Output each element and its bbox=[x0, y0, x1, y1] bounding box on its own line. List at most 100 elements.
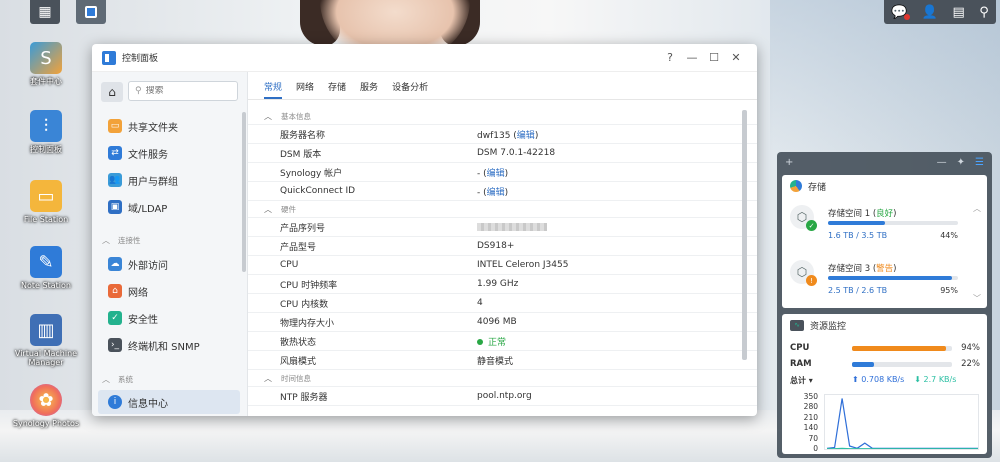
section-hardware[interactable]: ︿ 硬件 bbox=[248, 201, 757, 218]
sidebar-item-terminal-snmp[interactable]: ›_ 终端机和 SNMP bbox=[98, 333, 240, 357]
section-time[interactable]: ︿ 时间信息 bbox=[248, 370, 757, 387]
info-label: CPU bbox=[280, 260, 299, 270]
pin-icon[interactable]: ✦ bbox=[957, 157, 965, 168]
check-icon: ✓ bbox=[806, 220, 817, 231]
sidebar-item-domain-ldap[interactable]: ▣ 域/LDAP bbox=[98, 195, 240, 219]
volume-used: 1.6 TB / 3.5 TB bbox=[828, 231, 888, 240]
close-button[interactable]: ✕ bbox=[725, 51, 747, 64]
widgets-icon[interactable]: ▤ bbox=[952, 5, 964, 20]
edit-synology-account-link[interactable]: 编辑 bbox=[487, 169, 505, 179]
search-box[interactable]: ⚲ bbox=[128, 81, 238, 101]
minimize-icon[interactable]: — bbox=[937, 157, 947, 168]
desktop-icon-label: Note Station bbox=[21, 281, 71, 290]
add-widget-icon[interactable]: + bbox=[785, 157, 793, 168]
ram-label: RAM bbox=[790, 359, 812, 369]
volume-1[interactable]: ⬡ ✓ 存储空间 1 (良好) 1.6 TB / 3.5 TB 44% bbox=[790, 205, 975, 245]
network-icon: ⌂ bbox=[108, 284, 122, 298]
chevron-up-icon: ︿ bbox=[264, 373, 272, 383]
settings-icon[interactable]: ☰ bbox=[975, 157, 984, 168]
info-value: 4 bbox=[477, 298, 483, 308]
info-value: dwf135 (编辑) bbox=[477, 130, 539, 141]
storage-widget-header: 存储 bbox=[782, 175, 987, 197]
edit-server-name-link[interactable]: 编辑 bbox=[517, 131, 535, 141]
info-value: DSM 7.0.1-42218 bbox=[477, 148, 556, 158]
tab-network[interactable]: 网络 bbox=[296, 80, 314, 99]
sidebar-item-security[interactable]: ✓ 安全性 bbox=[98, 306, 240, 330]
resource-monitor-widget: ∿ 资源监控 CPU 94% RAM 22% 总计 ▾ ⬆ 0.708 KB/s… bbox=[782, 314, 987, 454]
resource-widget-header: ∿ 资源监控 bbox=[782, 314, 987, 336]
total-dropdown[interactable]: 总计 ▾ bbox=[790, 375, 852, 386]
sidebar-group-connectivity[interactable]: ︿ 连接性 bbox=[102, 235, 141, 246]
desktop-icon-note-station[interactable]: ✎ Note Station bbox=[8, 246, 84, 290]
desktop-icon-label: 套件中心 bbox=[30, 77, 62, 86]
notification-icon[interactable]: 💬 bbox=[891, 5, 911, 20]
sidebar-group-label: 连接性 bbox=[118, 236, 141, 245]
main-scrollbar[interactable] bbox=[742, 110, 747, 360]
info-value: 正常 bbox=[477, 335, 757, 348]
shared-folder-icon: ▭ bbox=[108, 119, 122, 133]
sidebar-item-network[interactable]: ⌂ 网络 bbox=[98, 279, 240, 303]
chart-series-line-0 bbox=[826, 398, 978, 449]
sidebar-group-system[interactable]: ︿ 系统 bbox=[102, 374, 133, 385]
info-label: Synology 帐户 bbox=[280, 168, 343, 179]
section-label: 基本信息 bbox=[281, 111, 311, 121]
info-label: 产品序列号 bbox=[280, 223, 326, 234]
edit-quickconnect-link[interactable]: 编辑 bbox=[487, 188, 505, 198]
section-label: 时间信息 bbox=[281, 373, 311, 383]
chevron-down-icon[interactable]: ﹀ bbox=[973, 293, 981, 304]
info-value bbox=[477, 222, 757, 232]
volume-usage-bar bbox=[828, 221, 958, 225]
info-value: 静音模式 bbox=[477, 356, 514, 367]
volume-3[interactable]: ⬡ ! 存储空间 3 (警告) 2.5 TB / 2.6 TB 95% bbox=[790, 260, 975, 300]
main-menu-button[interactable]: ▦ bbox=[30, 0, 60, 24]
sidebar-item-shared-folder[interactable]: ▭ 共享文件夹 bbox=[98, 114, 240, 138]
terminal-snmp-icon: ›_ bbox=[108, 338, 122, 352]
sidebar-scrollbar[interactable] bbox=[242, 112, 246, 272]
home-button[interactable]: ⌂ bbox=[101, 82, 123, 102]
user-group-icon: 👥 bbox=[108, 173, 122, 187]
volume-name-text: 存储空间 1 bbox=[828, 209, 871, 219]
chevron-up-icon[interactable]: ︿ bbox=[973, 203, 981, 214]
volume-name: 存储空间 1 (良好) bbox=[828, 209, 897, 219]
ram-usage-row: RAM 22% bbox=[790, 359, 980, 371]
maximize-button[interactable]: ☐ bbox=[703, 51, 725, 64]
section-label: 硬件 bbox=[281, 204, 296, 214]
sidebar-item-info-center[interactable]: i 信息中心 bbox=[98, 390, 240, 414]
tab-device-analytics[interactable]: 设备分析 bbox=[392, 80, 428, 99]
desktop-icon-package-center[interactable]: S 套件中心 bbox=[8, 42, 84, 86]
sidebar-item-user-group[interactable]: 👥 用户与群组 bbox=[98, 168, 240, 192]
desktop-icon-synology-photos[interactable]: ✿ Synology Photos bbox=[8, 384, 84, 428]
minimize-button[interactable]: — bbox=[681, 51, 703, 64]
search-icon[interactable]: ⚲ bbox=[979, 5, 989, 20]
control-panel-window: 控制面板 ? — ☐ ✕ ⌂ ⚲ ▭ 共享文件夹 ⇄ 文件服务 👥 用户与群组 … bbox=[92, 44, 757, 416]
sidebar-item-external-access[interactable]: ☁ 外部访问 bbox=[98, 252, 240, 276]
user-icon[interactable]: 👤 bbox=[922, 5, 938, 20]
info-row-server-name: 服务器名称 dwf135 (编辑) bbox=[248, 125, 757, 144]
window-titlebar[interactable]: 控制面板 ? — ☐ ✕ bbox=[92, 44, 757, 72]
desktop-icon-control-panel[interactable]: ⫶ 控制面板 bbox=[8, 110, 84, 154]
section-basic-info[interactable]: ︿ 基本信息 bbox=[248, 108, 757, 125]
info-row-serial: 产品序列号 bbox=[248, 218, 757, 237]
sidebar-item-file-services[interactable]: ⇄ 文件服务 bbox=[98, 141, 240, 165]
desktop-icon-virtual-machine-manager[interactable]: ▥ Virtual Machine Manager bbox=[8, 314, 84, 367]
sidebar-item-label: 共享文件夹 bbox=[128, 122, 178, 134]
download-icon: ⬇ bbox=[914, 375, 921, 384]
taskbar-control-panel-button[interactable] bbox=[76, 0, 106, 24]
info-row-dsm-version: DSM 版本 DSM 7.0.1-42218 bbox=[248, 144, 757, 163]
search-input[interactable] bbox=[145, 86, 226, 96]
window-title: 控制面板 bbox=[122, 54, 159, 64]
y-tick-label: 350 bbox=[803, 392, 818, 401]
sidebar-group-label: 系统 bbox=[118, 375, 133, 384]
info-label: NTP 服务器 bbox=[280, 392, 328, 403]
tab-services[interactable]: 服务 bbox=[360, 80, 378, 99]
help-button[interactable]: ? bbox=[659, 51, 681, 64]
chevron-up-icon: ︿ bbox=[264, 204, 272, 214]
cpu-usage-row: CPU 94% bbox=[790, 343, 980, 355]
desktop-icon-file-station[interactable]: ▭ File Station bbox=[8, 180, 84, 224]
tab-storage[interactable]: 存储 bbox=[328, 80, 346, 99]
system-tray: 💬 👤 ▤ ⚲ bbox=[884, 0, 996, 24]
file-services-icon: ⇄ bbox=[108, 146, 122, 160]
desktop-icon-label: 控制面板 bbox=[30, 145, 62, 154]
tab-general[interactable]: 常规 bbox=[264, 80, 283, 99]
thermal-status-value: 正常 bbox=[488, 337, 507, 348]
